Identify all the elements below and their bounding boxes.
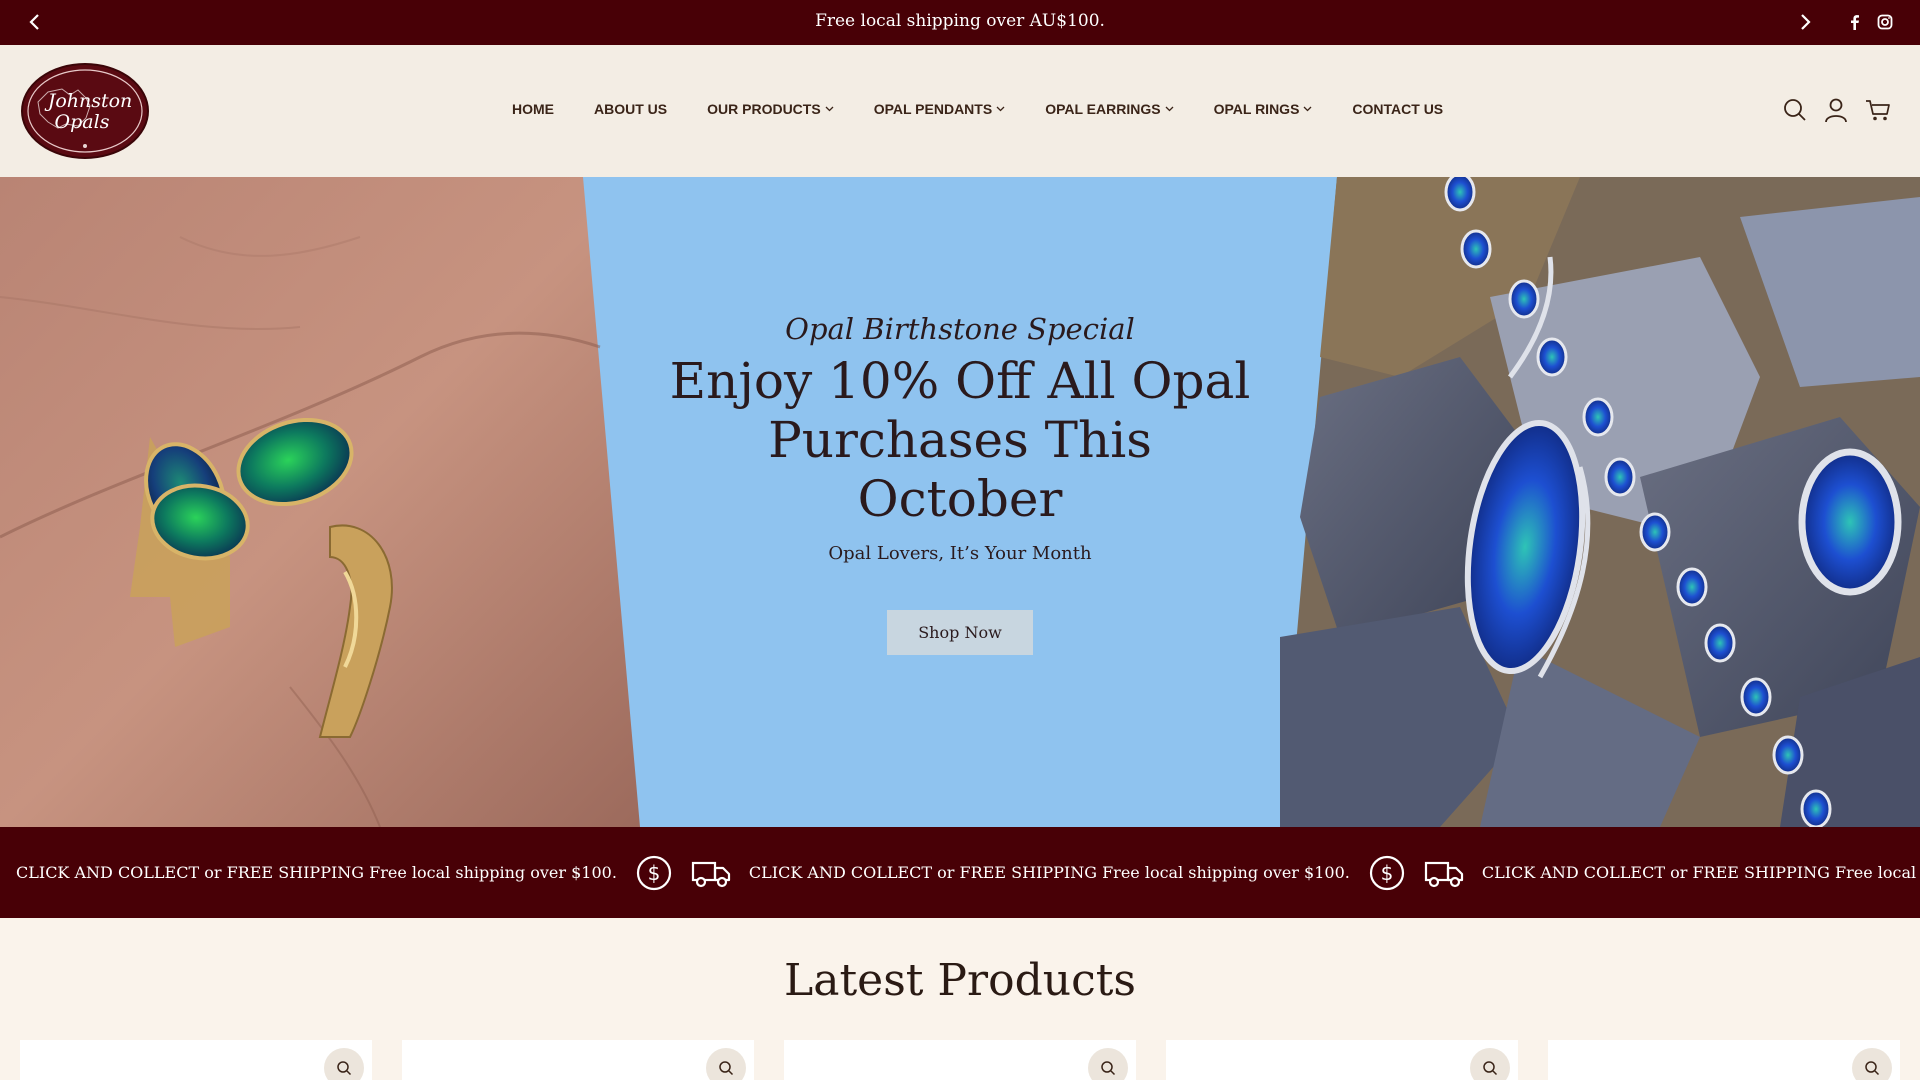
nav-our-products[interactable]: OUR PRODUCTS [707,101,834,117]
nav-about-us-label: ABOUT US [594,101,668,117]
search-icon [719,1061,734,1076]
main-nav: HOME ABOUT US OUR PRODUCTS OPAL PENDANTS… [512,101,1443,117]
cart-icon[interactable] [1865,97,1891,123]
truck-icon [691,861,731,887]
hero-headline: Enjoy 10% Off All Opal Purchases This Oc… [669,352,1251,528]
instagram-icon[interactable] [1876,13,1894,31]
nav-opal-rings[interactable]: OPAL RINGS [1214,101,1313,117]
hero-kicker: Opal Birthstone Special [785,312,1135,346]
marquee-text: CLICK AND COLLECT or FREE SHIPPING Free … [1481,863,1920,882]
nav-about-us[interactable]: ABOUT US [594,101,667,117]
announcement-message: Free local shipping over AU$100. [815,11,1105,31]
nav-opal-earrings[interactable]: OPAL EARRINGS [1045,101,1174,117]
marquee-text: CLICK AND COLLECT or FREE SHIPPING Free … [16,863,617,882]
chevron-down-icon [996,106,1005,112]
dollar-icon: $ [1369,855,1404,890]
shop-now-button[interactable]: Shop Now [887,610,1033,655]
marquee-segment: CLICK AND COLLECT or FREE SHIPPING Free … [16,854,749,892]
quick-view-button[interactable] [324,1048,364,1080]
nav-contact-us[interactable]: CONTACT US [1352,101,1443,117]
chevron-right-icon[interactable] [1794,11,1816,33]
truck-icon [1424,861,1463,887]
hero-subtitle: Opal Lovers, It’s Your Month [828,543,1092,564]
announcement-bar: Free local shipping over AU$100. [0,0,1920,45]
marquee-segment: CLICK AND COLLECT or FREE SHIPPING Free … [1482,854,1920,892]
nav-contact-us-label: CONTACT US [1352,101,1444,117]
quick-view-button[interactable] [1852,1048,1892,1080]
search-icon [337,1061,352,1076]
product-card[interactable] [1166,1040,1518,1080]
nav-opal-earrings-label: OPAL EARRINGS [1045,101,1161,117]
product-grid [20,1040,1900,1080]
svg-text:$: $ [648,861,661,885]
dollar-icon: $ [636,855,672,890]
search-icon [1101,1061,1116,1076]
search-icon [1865,1061,1880,1076]
svg-text:$: $ [1380,861,1393,885]
facebook-icon[interactable] [1846,13,1864,31]
chevron-down-icon [1165,106,1174,112]
hero-banner[interactable]: Opal Birthstone Special Enjoy 10% Off Al… [0,177,1920,827]
nav-home-label: HOME [512,101,554,117]
hero-text-block: Opal Birthstone Special Enjoy 10% Off Al… [660,312,1260,564]
latest-products-title: Latest Products [784,955,1136,1006]
product-card[interactable] [784,1040,1136,1080]
quick-view-button[interactable] [1088,1048,1128,1080]
marquee-segment: CLICK AND COLLECT or FREE SHIPPING Free … [749,854,1482,892]
shipping-marquee: CLICK AND COLLECT or FREE SHIPPING Free … [0,827,1920,918]
chevron-down-icon [825,106,834,112]
quick-view-button[interactable] [706,1048,746,1080]
marquee-track: CLICK AND COLLECT or FREE SHIPPING Free … [16,827,1920,918]
product-card[interactable] [402,1040,754,1080]
nav-opal-pendants[interactable]: OPAL PENDANTS [874,101,1006,117]
hero-pendants-image [1280,177,1920,827]
nav-home[interactable]: HOME [512,101,554,117]
nav-opal-rings-label: OPAL RINGS [1213,101,1300,117]
nav-opal-pendants-label: OPAL PENDANTS [873,101,993,117]
search-icon[interactable] [1782,97,1808,123]
hero-ring-image [0,177,640,827]
logo-text-johnston: Johnston [44,90,133,112]
johnston-opals-logo[interactable]: Johnston Opals [20,62,150,160]
chevron-down-icon [1303,106,1312,112]
logo-text-opals: Opals [55,111,110,133]
product-card[interactable] [1548,1040,1900,1080]
nav-our-products-label: OUR PRODUCTS [707,101,821,117]
marquee-text: CLICK AND COLLECT or FREE SHIPPING Free … [748,863,1350,882]
site-header: Johnston Opals HOME ABOUT US OUR PRODUCT… [0,45,1920,177]
search-icon [1483,1061,1498,1076]
account-icon[interactable] [1823,97,1849,123]
quick-view-button[interactable] [1470,1048,1510,1080]
product-card[interactable] [20,1040,372,1080]
